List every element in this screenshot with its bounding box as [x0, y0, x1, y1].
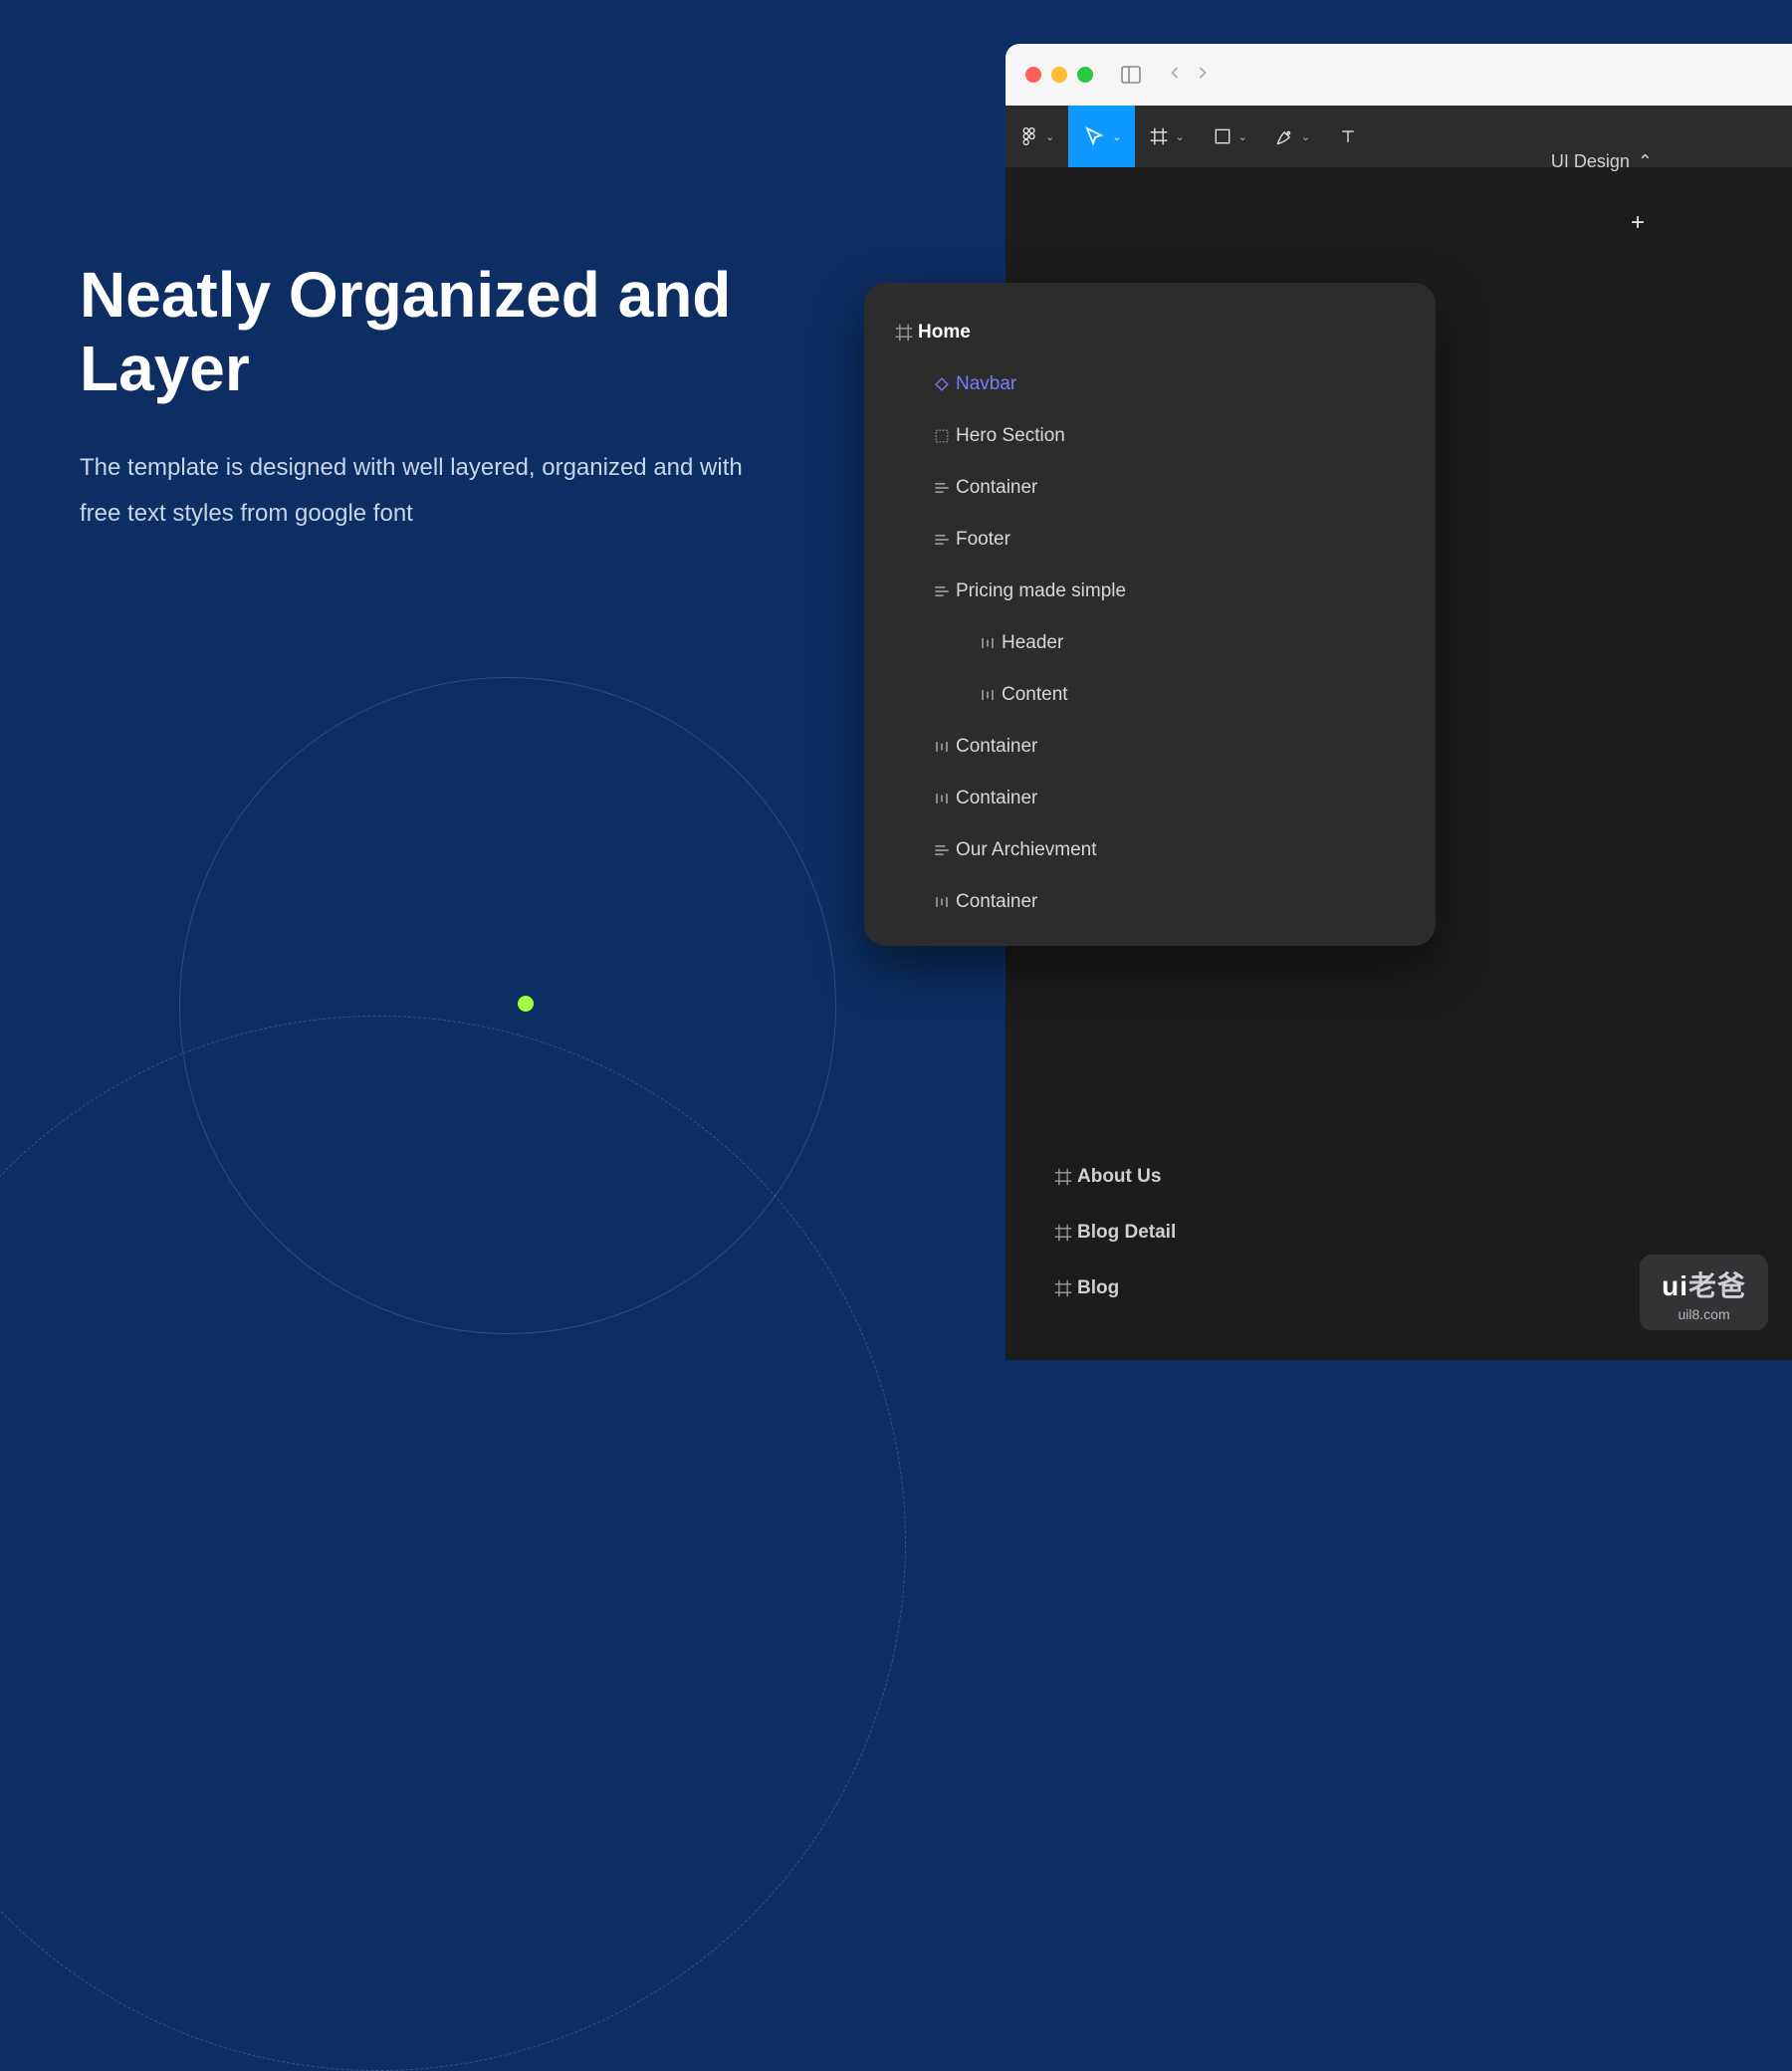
forward-icon[interactable]: [1193, 63, 1213, 88]
close-window-icon[interactable]: [1025, 67, 1041, 83]
align-left-icon: [928, 530, 956, 550]
layer-label: Our Archievment: [956, 839, 1097, 861]
layer-label: Container: [956, 477, 1037, 499]
toolbar: ⌄ ⌄ ⌄ ⌄ ⌄: [1006, 106, 1792, 167]
move-tool-button[interactable]: ⌄: [1068, 106, 1135, 167]
rectangle-tool-button[interactable]: ⌄: [1199, 106, 1261, 167]
selection-icon: [928, 426, 956, 446]
layer-label: Container: [956, 891, 1037, 913]
watermark: ui老爸 uil8.com: [1640, 1255, 1768, 1330]
layer-item[interactable]: Our Archievment: [864, 824, 1436, 876]
add-page-button[interactable]: +: [1631, 209, 1645, 237]
back-icon[interactable]: [1165, 63, 1185, 88]
chevron-down-icon: ⌄: [1301, 130, 1310, 143]
layer-label: Pricing made simple: [956, 580, 1126, 602]
maximize-window-icon[interactable]: [1077, 67, 1093, 83]
layer-item[interactable]: Content: [864, 669, 1436, 721]
autolayout-h-icon: [974, 633, 1002, 653]
figma-menu-button[interactable]: ⌄: [1006, 106, 1068, 167]
layer-label: Container: [956, 736, 1037, 758]
autolayout-h-icon: [928, 892, 956, 912]
layer-frame-item[interactable]: About Us: [1006, 1149, 1523, 1205]
nav-arrows: [1165, 63, 1213, 88]
plus-icon: +: [1631, 209, 1645, 236]
page-selector[interactable]: UI Design ⌃: [1551, 151, 1653, 172]
frame-tool-button[interactable]: ⌄: [1135, 106, 1198, 167]
layer-label: About Us: [1077, 1166, 1161, 1188]
layer-frame-item[interactable]: Blog: [1006, 1261, 1523, 1316]
autolayout-h-icon: [974, 685, 1002, 705]
chevron-down-icon: ⌄: [1112, 130, 1121, 143]
chevron-down-icon: ⌄: [1175, 130, 1184, 143]
layer-item[interactable]: Container: [864, 773, 1436, 824]
frame-icon: [1049, 1278, 1077, 1298]
layer-item[interactable]: Container: [864, 462, 1436, 514]
traffic-lights: [1025, 67, 1093, 83]
browser-chrome: [1006, 44, 1792, 106]
layer-label: Navbar: [956, 373, 1016, 395]
decorative-dot: [518, 996, 534, 1012]
layer-item[interactable]: Navbar: [864, 358, 1436, 410]
frame-icon: [890, 323, 918, 343]
layer-item[interactable]: Hero Section: [864, 410, 1436, 462]
frame-icon: [1049, 1167, 1077, 1187]
layer-item[interactable]: Header: [864, 617, 1436, 669]
layer-item[interactable]: Container: [864, 876, 1436, 928]
layer-item[interactable]: Footer: [864, 514, 1436, 566]
watermark-url: uil8.com: [1662, 1306, 1746, 1322]
autolayout-h-icon: [928, 789, 956, 808]
layer-label: Content: [1002, 684, 1068, 706]
layer-label: Hero Section: [956, 425, 1065, 447]
autolayout-h-icon: [928, 737, 956, 757]
promo-heading: Neatly Organized and Layer: [80, 259, 777, 405]
promo-block: Neatly Organized and Layer The template …: [80, 259, 777, 536]
layer-label: Blog Detail: [1077, 1222, 1176, 1244]
text-tool-button[interactable]: [1324, 106, 1372, 167]
layer-frame-home[interactable]: Home: [864, 307, 1436, 358]
promo-body: The template is designed with well layer…: [80, 445, 777, 536]
align-left-icon: [928, 840, 956, 860]
page-selector-label: UI Design: [1551, 151, 1630, 172]
layer-item[interactable]: Pricing made simple: [864, 566, 1436, 617]
layers-panel: Home Navbar Hero Section Container Footer Pr…: [864, 283, 1436, 946]
sidebar-toggle-icon[interactable]: [1119, 63, 1143, 87]
layer-label: Footer: [956, 529, 1010, 551]
pen-tool-button[interactable]: ⌄: [1261, 106, 1324, 167]
chevron-down-icon: ⌄: [1045, 130, 1054, 143]
align-left-icon: [928, 581, 956, 601]
layer-item[interactable]: Container: [864, 721, 1436, 773]
component-icon: [928, 374, 956, 394]
layer-frame-item[interactable]: Blog Detail: [1006, 1205, 1523, 1261]
layer-label: Blog: [1077, 1277, 1119, 1299]
layer-label: Header: [1002, 632, 1063, 654]
layers-list-continued: About Us Blog Detail Blog: [1006, 1149, 1523, 1316]
watermark-brand: ui老爸: [1662, 1265, 1746, 1304]
layer-label: Container: [956, 788, 1037, 809]
layer-label: Home: [918, 322, 971, 344]
frame-icon: [1049, 1223, 1077, 1243]
minimize-window-icon[interactable]: [1051, 67, 1067, 83]
chevron-down-icon: ⌄: [1238, 130, 1247, 143]
chevron-up-icon: ⌃: [1638, 151, 1653, 172]
align-left-icon: [928, 478, 956, 498]
